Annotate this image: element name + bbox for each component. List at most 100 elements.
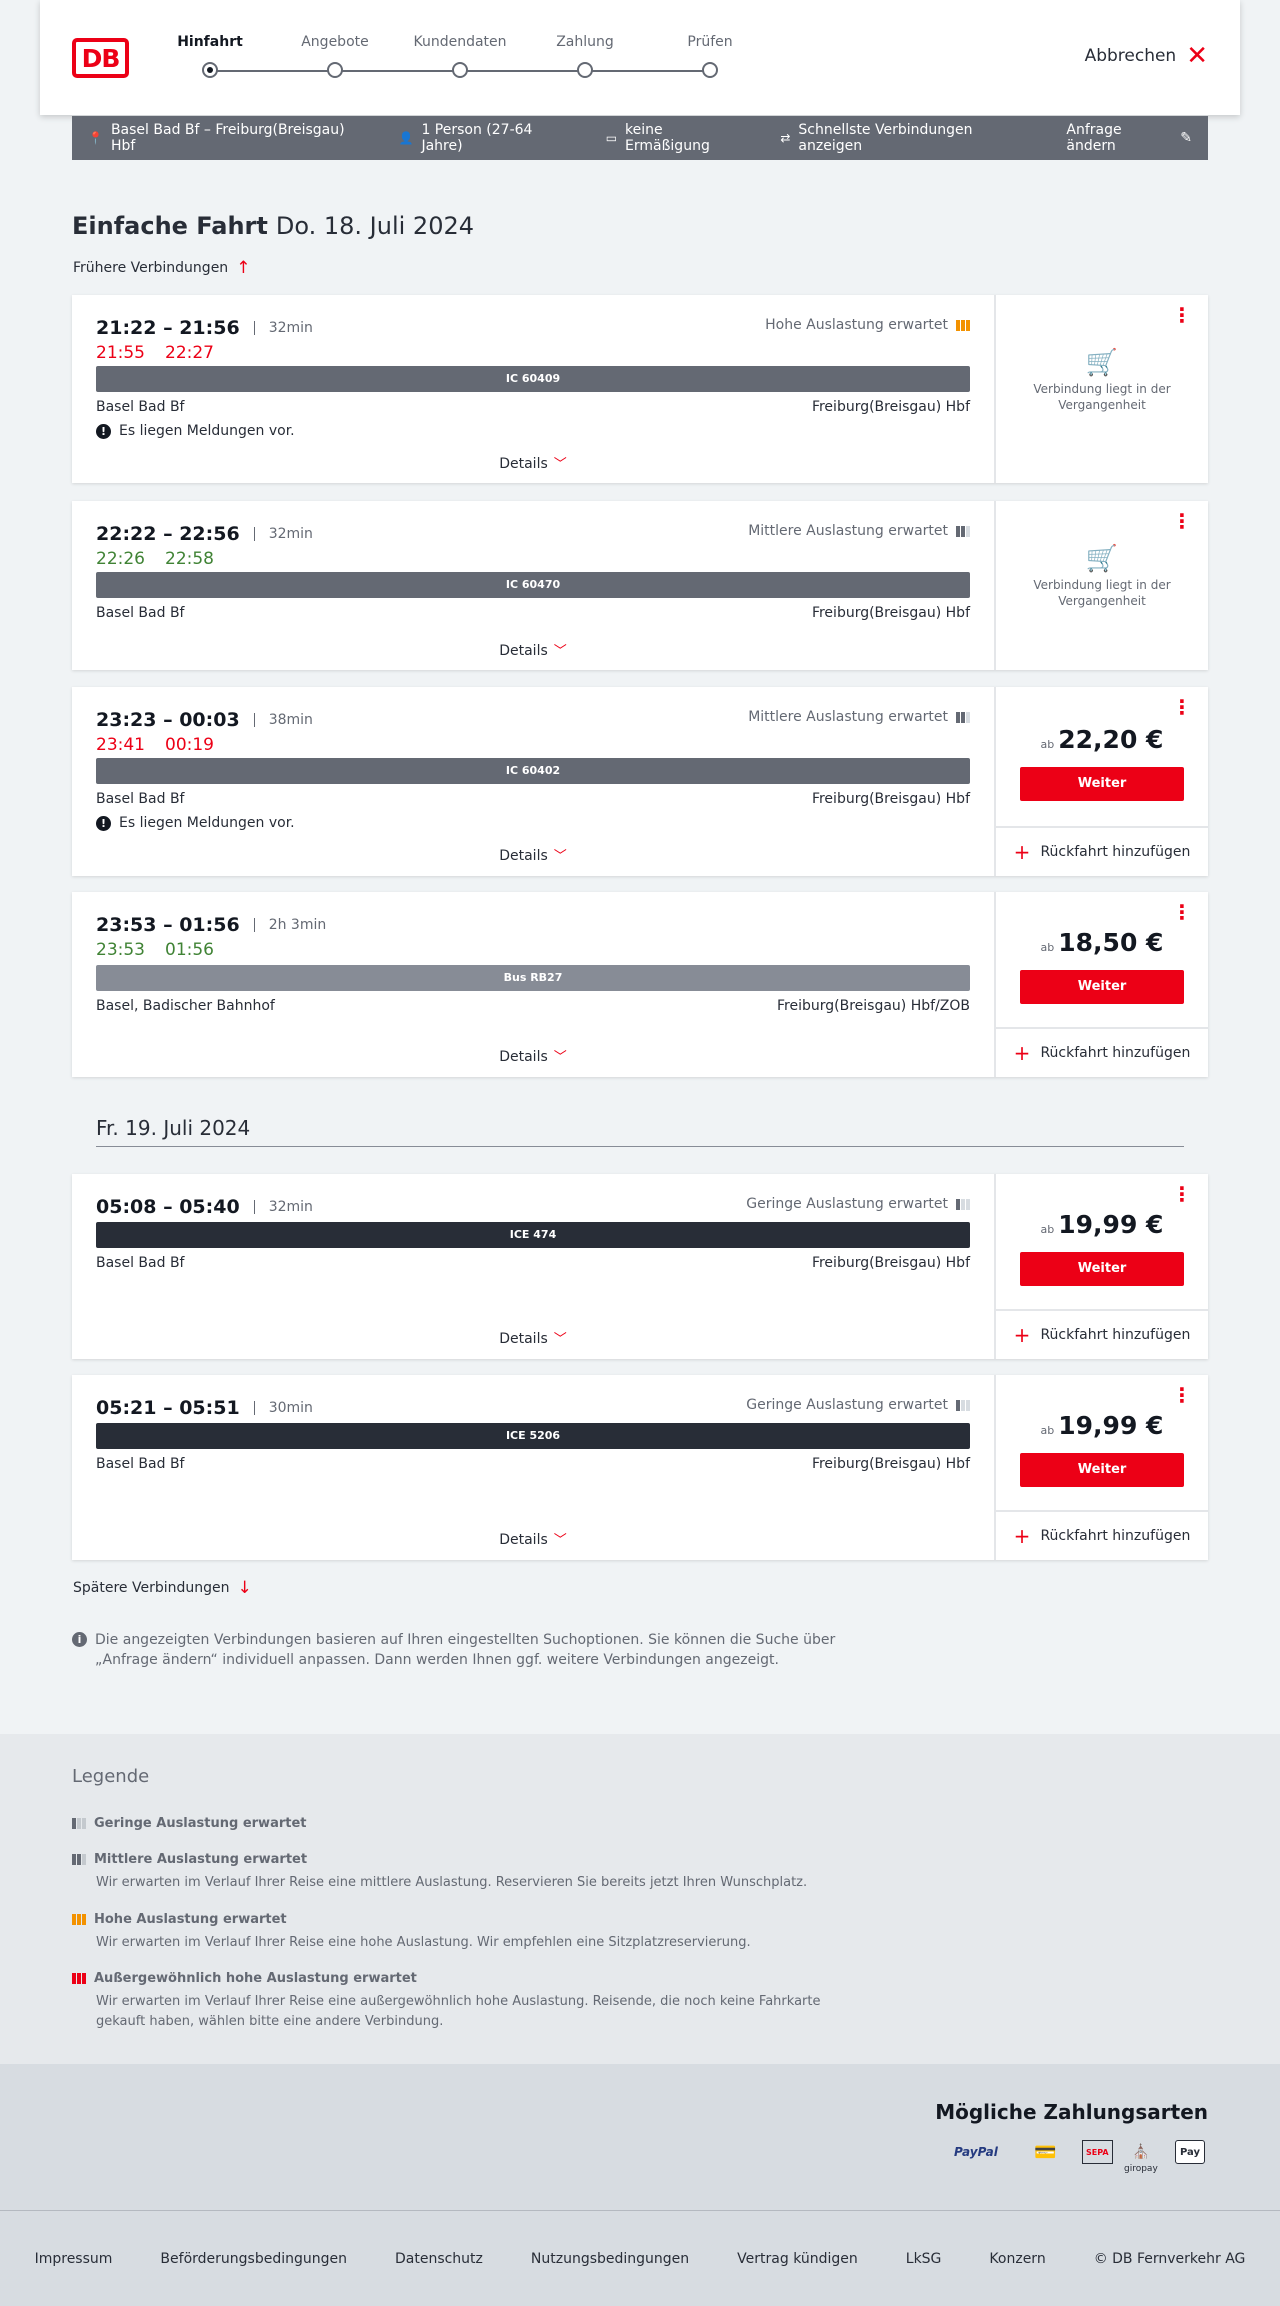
details-toggle[interactable]: Details ﹀ [72, 845, 994, 864]
footer-link-lksg[interactable]: LkSG [906, 2251, 942, 2267]
location-pin-icon: 📍 [88, 131, 103, 145]
edit-query-button[interactable]: Anfrage ändern ✎ [1066, 122, 1192, 154]
arrival-station: Freiburg(Breisgau) Hbf [811, 1456, 970, 1472]
occupancy-medium-icon [956, 711, 970, 723]
more-options-icon[interactable]: ⋮ [1172, 511, 1192, 531]
details-toggle[interactable]: Details ﹀ [72, 1529, 994, 1548]
cart-unavailable-icon: 🛒 [1085, 348, 1119, 378]
connection-card: 23:23 – 00:03 38min 23:41 00:19 Mittlere A… [72, 687, 1208, 876]
details-toggle[interactable]: Details ﹀ [72, 453, 994, 472]
step-dot [202, 62, 218, 78]
footer-link-befoerderungsbedingungen[interactable]: Beförderungsbedingungen [160, 2251, 347, 2267]
train-bar[interactable]: IC 60402 [96, 758, 970, 784]
query-passengers: 👤 1 Person (27-64 Jahre) [398, 122, 533, 154]
swap-arrows-icon: ⇄ [780, 131, 791, 145]
realtime-times: 23:53 01:56 [96, 940, 214, 960]
messages-notice: ! Es liegen Meldungen vor. [96, 423, 295, 439]
train-bar[interactable]: Bus RB27 [96, 965, 970, 991]
step-zahlung: Zahlung [535, 34, 635, 78]
paypal-logo: PayPal [954, 2145, 998, 2159]
connection-card: 21:22 – 21:56 32min 21:55 22:27 Hohe Ausla… [72, 295, 1208, 483]
query-route: 📍 Basel Bad Bf – Freiburg(Breisgau) Hbf [88, 122, 345, 154]
past-connection-notice: 🛒 Verbindung liegt in der Vergangenheit [996, 546, 1208, 609]
continue-button[interactable]: Weiter [1020, 767, 1184, 801]
connection-times: 23:53 – 01:56 2h 3min [96, 914, 327, 936]
connection-card: 05:21 – 05:51 30min Geringe Auslastung er… [72, 1375, 1208, 1560]
connection-card: 05:08 – 05:40 32min Geringe Auslastung er… [72, 1174, 1208, 1359]
price: ab 19,99 € [1040, 1210, 1164, 1239]
more-options-icon[interactable]: ⋮ [1172, 305, 1192, 325]
day-separator: Fr. 19. Juli 2024 [96, 1116, 1184, 1147]
footer-link-impressum[interactable]: Impressum [35, 2251, 113, 2267]
footer-link-datenschutz[interactable]: Datenschutz [395, 2251, 483, 2267]
departure-station: Basel Bad Bf [96, 791, 185, 807]
step-dot [452, 62, 468, 78]
more-options-icon[interactable]: ⋮ [1172, 1385, 1192, 1405]
arrow-up-icon: ↑ [236, 258, 251, 278]
footer-link-nutzungsbedingungen[interactable]: Nutzungsbedingungen [531, 2251, 689, 2267]
realtime-times: 23:41 00:19 [96, 735, 214, 755]
more-options-icon[interactable]: ⋮ [1172, 902, 1192, 922]
occupancy-indicator: Geringe Auslastung erwartet [746, 1196, 970, 1212]
continue-button[interactable]: Weiter [1020, 1252, 1184, 1286]
add-return-button[interactable]: + Rückfahrt hinzufügen [996, 1027, 1208, 1077]
bahncard-icon: ▭ [605, 131, 618, 145]
info-icon: i [72, 1632, 87, 1647]
footer: Impressum Beförderungsbedingungen Datens… [0, 2210, 1280, 2306]
continue-button[interactable]: Weiter [1020, 1453, 1184, 1487]
header: DB Hinfahrt Angebote Kundendaten Zahlung… [40, 0, 1240, 115]
more-options-icon[interactable]: ⋮ [1172, 697, 1192, 717]
occupancy-low-icon [956, 1198, 970, 1210]
add-return-button[interactable]: + Rückfahrt hinzufügen [996, 1309, 1208, 1359]
footer-link-vertrag-kuendigen[interactable]: Vertrag kündigen [737, 2251, 858, 2267]
credit-card-icon: 💳 [1034, 2141, 1057, 2163]
more-options-icon[interactable]: ⋮ [1172, 1184, 1192, 1204]
train-bar[interactable]: ICE 474 [96, 1222, 970, 1248]
occupancy-indicator: Mittlere Auslastung erwartet [748, 709, 970, 725]
add-return-button[interactable]: + Rückfahrt hinzufügen [996, 1510, 1208, 1560]
sepa-direct-debit-icon: SEPA [1082, 2140, 1113, 2164]
train-bar[interactable]: IC 60470 [96, 572, 970, 598]
continue-button[interactable]: Weiter [1020, 970, 1184, 1004]
footer-link-konzern[interactable]: Konzern [989, 2251, 1045, 2267]
page-title: Einfache Fahrt Do. 18. Juli 2024 [72, 212, 475, 240]
connection-times: 23:23 – 00:03 38min [96, 709, 313, 731]
train-bar[interactable]: IC 60409 [96, 366, 970, 392]
arrival-station: Freiburg(Breisgau) Hbf [811, 605, 970, 621]
person-icon: 👤 [398, 131, 414, 145]
chevron-down-icon: ﹀ [553, 1050, 567, 1065]
step-dot [327, 62, 343, 78]
step-pruefen: Prüfen [660, 34, 760, 78]
db-logo[interactable]: DB [72, 38, 129, 78]
occupancy-high-icon [956, 319, 970, 331]
occupancy-exceptional-icon [72, 1973, 86, 1984]
price: ab 22,20 € [1040, 725, 1164, 754]
later-connections-button[interactable]: Spätere Verbindungen ↓ [73, 1578, 252, 1598]
occupancy-high-icon [72, 1914, 86, 1925]
train-bar[interactable]: ICE 5206 [96, 1423, 970, 1449]
add-return-button[interactable]: + Rückfahrt hinzufügen [996, 826, 1208, 876]
connection-card: 23:53 – 01:56 2h 3min 23:53 01:56 Bus RB27… [72, 892, 1208, 1077]
earlier-connections-button[interactable]: Frühere Verbindungen ↑ [73, 258, 250, 278]
connection-times: 05:21 – 05:51 30min [96, 1397, 313, 1419]
chevron-down-icon: ﹀ [553, 849, 567, 864]
cancel-button[interactable]: Abbrechen ✕ [1085, 43, 1208, 69]
occupancy-medium-icon [956, 525, 970, 537]
progress-stepper: Hinfahrt Angebote Kundendaten Zahlung Pr… [177, 34, 733, 84]
step-hinfahrt[interactable]: Hinfahrt [160, 34, 260, 78]
details-toggle[interactable]: Details ﹀ [72, 1328, 994, 1347]
legend-item: Geringe Auslastung erwartet [72, 1816, 307, 1831]
chevron-down-icon: ﹀ [553, 644, 567, 659]
alert-icon: ! [96, 815, 111, 831]
arrival-station: Freiburg(Breisgau) Hbf/ZOB [777, 998, 970, 1014]
legend-item: Mittlere Auslastung erwartet Wir erwarte… [72, 1852, 836, 1893]
departure-station: Basel, Badischer Bahnhof [96, 998, 275, 1014]
step-dot [577, 62, 593, 78]
payment-methods-section: Mögliche Zahlungsarten PayPal 💳 SEPA ⛪ gi… [0, 2064, 1280, 2210]
chevron-down-icon: ﹀ [553, 457, 567, 472]
apple-pay-logo: Pay [1175, 2140, 1206, 2164]
details-toggle[interactable]: Details ﹀ [72, 640, 994, 659]
legend-item: Hohe Auslastung erwartet Wir erwarten im… [72, 1912, 836, 1953]
details-toggle[interactable]: Details ﹀ [72, 1046, 994, 1065]
past-connection-notice: 🛒 Verbindung liegt in der Vergangenheit [996, 348, 1208, 413]
